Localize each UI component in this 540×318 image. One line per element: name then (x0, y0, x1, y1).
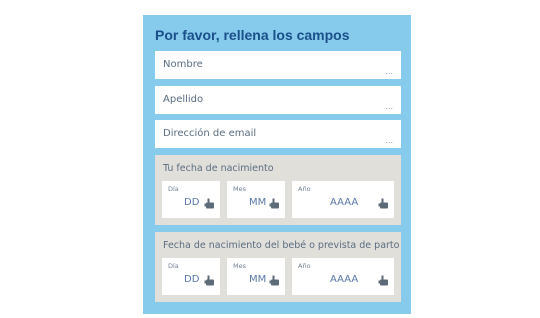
nombre-trail: ... (385, 66, 393, 76)
apellido-placeholder: Apellido (163, 94, 204, 105)
nombre-placeholder: Nombre (163, 59, 203, 70)
birth-date-group: Tu fecha de nacimiento Día DD Mes MM Año… (155, 155, 401, 225)
birth-month-placeholder: MM (249, 197, 267, 208)
baby-day-label: Día (168, 262, 179, 270)
email-field[interactable]: Dirección de email ... (155, 120, 401, 148)
birth-day-placeholder: DD (184, 197, 200, 208)
apellido-trail: ... (385, 101, 393, 111)
baby-day-input[interactable]: Día DD (162, 258, 220, 295)
hand-pointer-icon[interactable] (269, 275, 280, 286)
birth-month-label: Mes (233, 185, 246, 193)
nombre-field[interactable]: Nombre ... (155, 51, 401, 79)
form-title: Por favor, rellena los campos (155, 27, 350, 43)
birth-date-caption: Tu fecha de nacimiento (163, 163, 274, 174)
birth-day-input[interactable]: Día DD (162, 181, 220, 218)
baby-month-input[interactable]: Mes MM (227, 258, 285, 295)
signup-form-panel: Por favor, rellena los campos Nombre ...… (143, 15, 411, 314)
email-placeholder: Dirección de email (163, 128, 257, 139)
email-trail: ... (385, 135, 393, 145)
apellido-field[interactable]: Apellido ... (155, 86, 401, 114)
birth-month-input[interactable]: Mes MM (227, 181, 285, 218)
birth-year-label: Año (298, 185, 311, 193)
baby-day-placeholder: DD (184, 274, 200, 285)
baby-year-input[interactable]: Año AAAA (292, 258, 394, 295)
baby-year-placeholder: AAAA (330, 274, 359, 285)
baby-month-label: Mes (233, 262, 246, 270)
hand-pointer-icon[interactable] (204, 275, 215, 286)
baby-month-placeholder: MM (249, 274, 267, 285)
birth-day-label: Día (168, 185, 179, 193)
birth-year-input[interactable]: Año AAAA (292, 181, 394, 218)
baby-year-label: Año (298, 262, 311, 270)
birth-year-placeholder: AAAA (330, 197, 359, 208)
hand-pointer-icon[interactable] (378, 275, 389, 286)
hand-pointer-icon[interactable] (204, 198, 215, 209)
baby-date-group: Fecha de nacimiento del bebé o prevista … (155, 232, 401, 302)
baby-date-caption: Fecha de nacimiento del bebé o prevista … (163, 240, 400, 251)
hand-pointer-icon[interactable] (378, 198, 389, 209)
hand-pointer-icon[interactable] (269, 198, 280, 209)
